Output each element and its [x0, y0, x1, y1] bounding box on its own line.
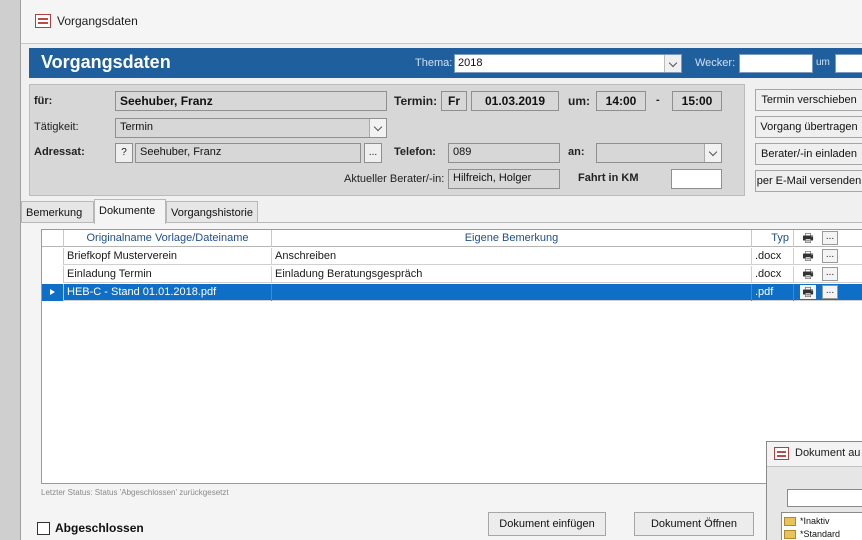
abgeschlossen-label: Abgeschlossen — [55, 521, 144, 535]
folder-item[interactable]: *Standard — [800, 529, 840, 539]
vorgang-uebertragen-button[interactable]: Vorgang übertragen — [755, 116, 862, 138]
abgeschlossen-checkbox[interactable] — [37, 522, 50, 535]
print-icon[interactable]: 🖶 — [800, 267, 816, 281]
column-header-typ[interactable]: Typ — [752, 230, 794, 247]
fahrt-km-input[interactable] — [671, 169, 722, 189]
berater-einladen-button[interactable]: Berater/-in einladen — [755, 143, 862, 165]
taetigkeit-combobox[interactable]: Termin — [115, 118, 387, 138]
row-more-button[interactable]: ... — [822, 249, 838, 263]
form-icon — [35, 14, 51, 28]
row-typ[interactable]: .docx — [752, 248, 794, 265]
adressat-label: Adressat: — [34, 146, 85, 158]
folder-item[interactable]: *Inaktiv — [800, 516, 830, 526]
title-bar: Vorgangsdaten — [21, 0, 862, 44]
row-note[interactable]: Einladung Beratungsgespräch — [272, 266, 752, 283]
folder-icon — [784, 530, 796, 539]
berater-field[interactable]: Hilfreich, Holger — [448, 169, 560, 189]
wecker-date-input[interactable] — [739, 54, 813, 73]
table-row-selected[interactable]: HEB-C - Stand 01.01.2018.pdf .pdf 🖶 ... — [42, 284, 862, 301]
row-name[interactable]: Briefkopf Musterverein — [64, 248, 272, 265]
vorgangsdaten-window: Vorgangsdaten Vorgangsdaten Thema: 2018 … — [20, 0, 862, 540]
row-note[interactable] — [272, 284, 752, 301]
email-versenden-button[interactable]: per E-Mail versenden — [755, 170, 862, 192]
form-header: Vorgangsdaten Thema: 2018 Wecker: um — [29, 48, 862, 78]
thema-label: Thema: — [415, 57, 453, 69]
wecker-um-label: um — [816, 57, 830, 68]
tab-bemerkung[interactable]: Bemerkung — [21, 201, 94, 223]
dokument-einfuegen-button[interactable]: Dokument einfügen — [488, 512, 606, 536]
adressat-help-button[interactable]: ? — [115, 143, 133, 163]
telefon-label: Telefon: — [394, 146, 436, 158]
row-name[interactable]: Einladung Termin — [64, 266, 272, 283]
dokument-dialog: Dokument au *Inaktiv *Standard — [766, 441, 862, 540]
tab-dokumente[interactable]: Dokumente — [94, 199, 166, 224]
column-header-name[interactable]: Originalname Vorlage/Dateiname — [64, 230, 272, 247]
termin-date-field[interactable]: 01.03.2019 — [471, 91, 559, 111]
time-to-field[interactable]: 15:00 — [672, 91, 722, 111]
row-selector-header — [42, 230, 64, 247]
header-title: Vorgangsdaten — [41, 52, 171, 72]
chevron-down-icon[interactable] — [369, 119, 386, 137]
window-title: Vorgangsdaten — [57, 14, 138, 28]
table-row[interactable]: Briefkopf Musterverein Anschreiben .docx… — [42, 248, 862, 265]
time-from-field[interactable]: 14:00 — [596, 91, 646, 111]
printer-icon: 🖶 — [802, 231, 814, 245]
telefon-field[interactable]: 089 — [448, 143, 560, 163]
form-icon — [774, 447, 789, 460]
taetigkeit-label: Tätigkeit: — [34, 121, 79, 133]
row-selector[interactable] — [42, 248, 64, 265]
row-selector[interactable] — [42, 266, 64, 283]
time-dash: - — [656, 94, 660, 106]
tab-vorgangshistorie[interactable]: Vorgangshistorie — [166, 201, 258, 223]
chevron-down-icon[interactable] — [704, 144, 721, 162]
fahrt-label: Fahrt in KM — [578, 172, 639, 184]
termin-um-label: um: — [568, 94, 590, 108]
dokumente-panel: Originalname Vorlage/Dateiname Eigene Be… — [21, 222, 862, 540]
row-name[interactable]: HEB-C - Stand 01.01.2018.pdf — [64, 284, 272, 301]
dialog-folder-list: *Inaktiv *Standard — [781, 512, 862, 540]
row-more-button[interactable]: ... — [822, 285, 838, 299]
row-typ[interactable]: .docx — [752, 266, 794, 283]
thema-combobox[interactable]: 2018 — [454, 54, 682, 73]
adressat-field[interactable]: Seehuber, Franz — [135, 143, 361, 163]
adressat-more-button[interactable]: ... — [364, 143, 382, 163]
termin-day-field[interactable]: Fr — [441, 91, 467, 111]
more-button[interactable]: ... — [822, 231, 838, 245]
an-combobox[interactable] — [596, 143, 722, 163]
print-icon[interactable]: 🖶 — [800, 285, 816, 299]
an-label: an: — [568, 146, 585, 158]
termin-label: Termin: — [394, 94, 438, 108]
row-typ[interactable]: .pdf — [752, 284, 794, 301]
dialog-search-input[interactable] — [787, 489, 862, 507]
berater-label: Aktueller Berater/-in: — [344, 173, 445, 185]
taetigkeit-value: Termin — [120, 121, 154, 133]
grid-header: Originalname Vorlage/Dateiname Eigene Be… — [42, 230, 862, 247]
dokument-oeffnen-button[interactable]: Dokument Öffnen — [634, 512, 754, 536]
table-row[interactable]: Einladung Termin Einladung Beratungsgesp… — [42, 266, 862, 283]
vorgang-form: für: Seehuber, Franz Termin: Fr 01.03.20… — [29, 84, 745, 196]
desktop-strip — [0, 0, 20, 540]
row-more-button[interactable]: ... — [822, 267, 838, 281]
fuer-label: für: — [34, 95, 53, 107]
status-text: Letzter Status: Status 'Abgeschlossen' z… — [41, 488, 229, 497]
print-icon[interactable]: 🖶 — [800, 249, 816, 263]
thema-value: 2018 — [458, 57, 483, 69]
column-header-note[interactable]: Eigene Bemerkung — [272, 230, 752, 247]
row-note[interactable]: Anschreiben — [272, 248, 752, 265]
dialog-title: Dokument au — [795, 447, 861, 459]
row-selector[interactable] — [42, 284, 64, 301]
termin-verschieben-button[interactable]: Termin verschieben — [755, 89, 862, 111]
chevron-down-icon[interactable] — [664, 55, 681, 72]
documents-grid: Originalname Vorlage/Dateiname Eigene Be… — [41, 229, 862, 484]
fuer-field[interactable]: Seehuber, Franz — [115, 91, 387, 111]
wecker-label: Wecker: — [695, 57, 736, 69]
wecker-time-input[interactable] — [835, 54, 862, 73]
folder-icon — [784, 517, 796, 526]
